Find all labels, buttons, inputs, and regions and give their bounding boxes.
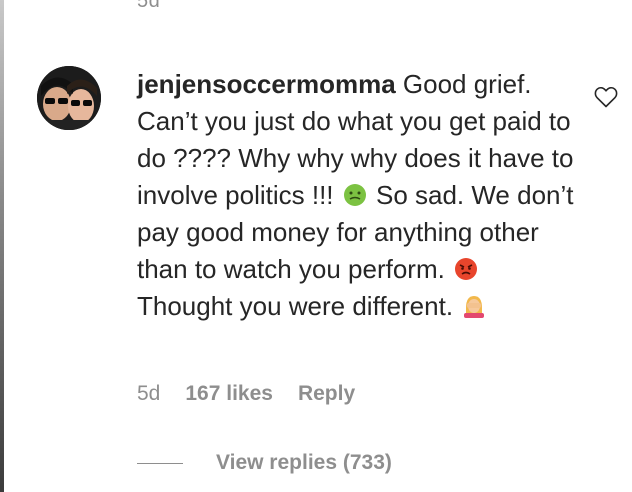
comment-text: jenjensoccermomma Good grief. Can’t you … (137, 66, 577, 325)
angry-face-emoji (455, 258, 478, 280)
nauseated-face-emoji (343, 184, 366, 206)
view-replies-label: View replies (733) (216, 451, 392, 474)
replies-divider (137, 462, 183, 464)
previous-comment-timestamp: 5d (137, 0, 161, 12)
comment-timestamp[interactable]: 5d (137, 382, 160, 406)
reply-button[interactable]: Reply (298, 382, 355, 406)
woman-facepalming-emoji (464, 296, 485, 318)
view-replies-button[interactable]: View replies (733) (137, 451, 392, 475)
comment-meta: 5d 167 likes Reply (137, 382, 355, 406)
window-edge (0, 0, 4, 492)
like-button[interactable] (594, 86, 618, 108)
heart-outline-icon (594, 86, 618, 108)
likes-count[interactable]: 167 likes (185, 382, 273, 406)
comment-username[interactable]: jenjensoccermomma (137, 69, 396, 99)
avatar[interactable] (37, 66, 101, 130)
comment-text-part-3: Thought you were different. (137, 291, 461, 321)
